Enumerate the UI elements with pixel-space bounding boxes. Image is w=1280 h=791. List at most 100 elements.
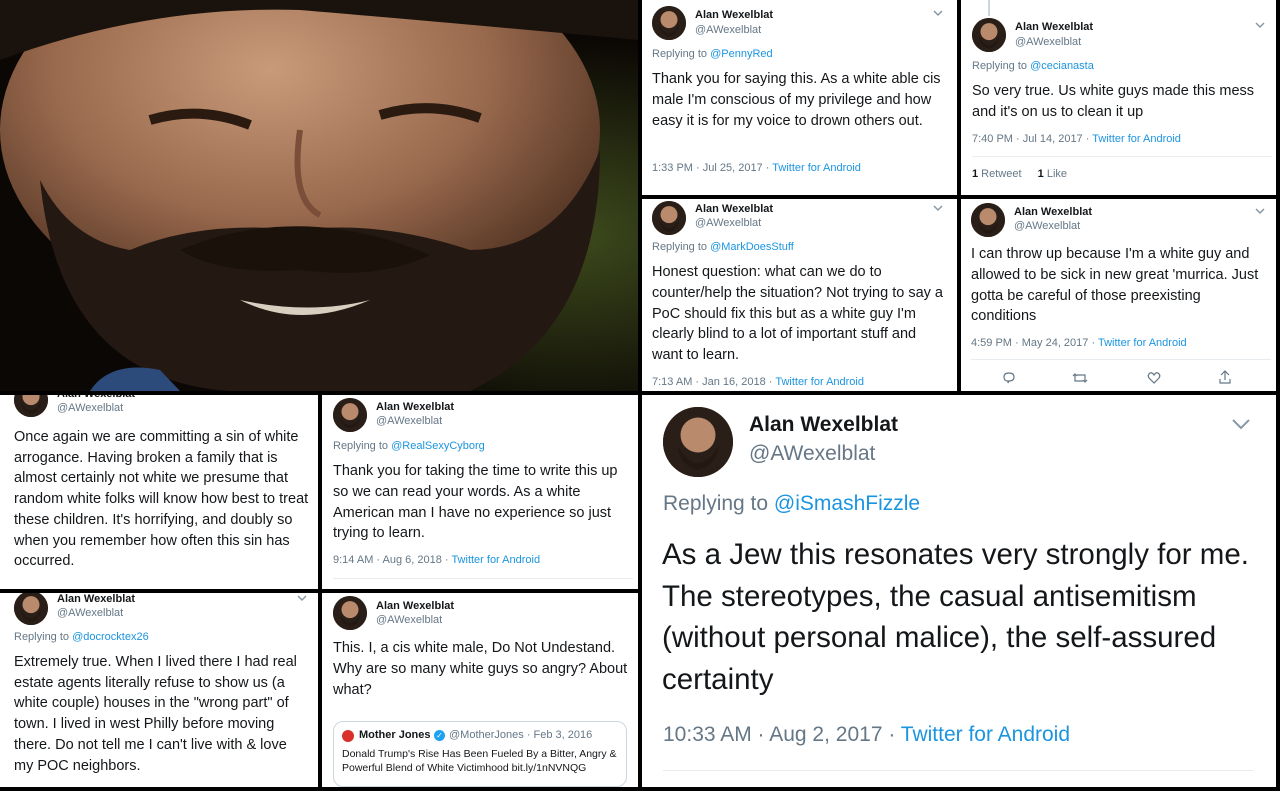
avatar[interactable]	[971, 203, 1005, 237]
avatar[interactable]	[652, 6, 686, 40]
tweet-text: As a Jew this resonates very strongly fo…	[662, 538, 1249, 696]
quote-date: · Feb 3, 2016	[523, 729, 593, 741]
reply-prefix: Replying to	[652, 241, 711, 253]
tweet-timestamp: 9:14 AM · Aug 6, 2018 · Twitter for Andr…	[333, 554, 540, 566]
thread-line	[988, 0, 990, 16]
author-name[interactable]: Alan Wexelblat	[57, 395, 135, 400]
timestamp[interactable]: 1:33 PM · Jul 25, 2017 ·	[652, 162, 772, 174]
tweet-text: I can throw up because I'm a white guy a…	[971, 246, 1259, 325]
author-handle[interactable]: @AWexelblat	[749, 442, 875, 466]
tweet-timestamp: 10:33 AM · Aug 2, 2017 · Twitter for And…	[663, 723, 1070, 747]
tweet-card: Alan Wexelblat @AWexelblat Once again we…	[0, 395, 318, 589]
replying-to: Replying to @RealSexyCyborg	[333, 440, 485, 452]
author-name[interactable]: Alan Wexelblat	[695, 9, 773, 21]
author-handle[interactable]: @AWexelblat	[695, 24, 761, 36]
reply-mention[interactable]: @MarkDoesStuff	[710, 241, 794, 253]
author-name[interactable]: Alan Wexelblat	[749, 413, 898, 437]
tweet-source[interactable]: Twitter for Android	[775, 376, 864, 388]
retweet-count[interactable]: 1 Retweet	[972, 168, 1022, 180]
timestamp[interactable]: 9:14 AM · Aug 6, 2018 ·	[333, 554, 451, 566]
tweet-timestamp: 4:59 PM · May 24, 2017 · Twitter for And…	[971, 337, 1187, 349]
author-handle[interactable]: @AWexelblat	[57, 402, 123, 414]
chevron-down-icon[interactable]	[297, 595, 307, 602]
reply-mention[interactable]: @RealSexyCyborg	[391, 440, 485, 452]
tweet-source[interactable]: Twitter for Android	[772, 162, 861, 174]
author-name[interactable]: Alan Wexelblat	[57, 593, 135, 605]
author-handle[interactable]: @AWexelblat	[1014, 220, 1080, 232]
tweet-card: Alan Wexelblat @AWexelblat Replying to @…	[642, 199, 957, 391]
tweet-card: Alan Wexelblat @AWexelblat Replying to @…	[961, 0, 1276, 195]
chevron-down-icon[interactable]	[933, 205, 943, 212]
avatar[interactable]	[14, 593, 48, 625]
retweet-icon[interactable]	[1072, 371, 1088, 390]
tweet-text: This. I, a cis white male, Do Not Undest…	[333, 640, 628, 698]
portrait-photo-graphic	[0, 0, 638, 391]
reply-icon[interactable]	[1002, 371, 1016, 390]
tweet-source[interactable]: Twitter for Android	[901, 723, 1070, 746]
replying-to: Replying to @PennyRed	[652, 48, 773, 60]
tweet-card: Alan Wexelblat @AWexelblat Replying to @…	[642, 395, 1276, 787]
quote-handle[interactable]: @MotherJones	[449, 729, 524, 741]
verified-icon: ✓	[434, 730, 445, 741]
timestamp[interactable]: 4:59 PM · May 24, 2017 ·	[971, 337, 1098, 349]
reply-mention[interactable]: @iSmashFizzle	[774, 492, 920, 515]
chevron-down-icon[interactable]	[1255, 208, 1265, 215]
quote-author-handle: @MotherJones · Feb 3, 2016	[449, 729, 592, 741]
replying-to: Replying to @docrocktex26	[14, 631, 149, 643]
like-count[interactable]: 1 Like	[1038, 168, 1067, 180]
author-handle[interactable]: @AWexelblat	[57, 607, 123, 619]
reply-mention[interactable]: @cecianasta	[1030, 60, 1094, 72]
avatar[interactable]	[333, 398, 367, 432]
author-handle[interactable]: @AWexelblat	[376, 415, 442, 427]
share-icon[interactable]	[1218, 370, 1232, 390]
like-icon[interactable]	[1147, 371, 1161, 390]
avatar[interactable]	[663, 407, 733, 477]
timestamp[interactable]: 7:13 AM · Jan 16, 2018 ·	[652, 376, 775, 388]
tweet-source[interactable]: Twitter for Android	[451, 554, 540, 566]
tweet-timestamp: 7:13 AM · Jan 16, 2018 · Twitter for And…	[652, 376, 864, 388]
avatar[interactable]	[652, 201, 686, 235]
tweet-card: Alan Wexelblat @AWexelblat Replying to @…	[322, 395, 638, 589]
tweet-text: Thank you for saying this. As a white ab…	[652, 71, 941, 129]
tweet-text: Once again we are committing a sin of wh…	[14, 429, 309, 570]
avatar[interactable]	[14, 395, 48, 417]
reply-prefix: Replying to	[652, 48, 711, 60]
tweet-source[interactable]: Twitter for Android	[1098, 337, 1187, 349]
author-name[interactable]: Alan Wexelblat	[1015, 21, 1093, 33]
mother-jones-logo-icon	[342, 730, 354, 742]
replying-to: Replying to @iSmashFizzle	[663, 492, 920, 516]
tweet-stats: 1 Retweet 1 Like	[972, 168, 1067, 180]
tweet-source[interactable]: Twitter for Android	[1092, 133, 1181, 145]
avatar[interactable]	[972, 18, 1006, 52]
author-name[interactable]: Alan Wexelblat	[376, 401, 454, 413]
author-handle[interactable]: @AWexelblat	[1015, 36, 1081, 48]
chevron-down-icon[interactable]	[1255, 22, 1265, 29]
author-name[interactable]: Alan Wexelblat	[1014, 206, 1092, 218]
avatar[interactable]	[333, 596, 367, 630]
reply-prefix: Replying to	[14, 631, 73, 643]
timestamp[interactable]: 10:33 AM · Aug 2, 2017 ·	[663, 723, 901, 746]
tweet-text: Extremely true. When I lived there I had…	[14, 654, 297, 774]
replying-to: Replying to @cecianasta	[972, 60, 1094, 72]
author-handle[interactable]: @AWexelblat	[695, 217, 761, 229]
author-handle[interactable]: @AWexelblat	[376, 614, 442, 626]
chevron-down-icon[interactable]	[1232, 419, 1250, 430]
reply-mention[interactable]: @docrocktex26	[72, 631, 149, 643]
reply-mention[interactable]: @PennyRed	[710, 48, 773, 60]
portrait-photo	[0, 0, 638, 391]
tweet-timestamp: 1:33 PM · Jul 25, 2017 · Twitter for And…	[652, 162, 861, 174]
divider	[972, 156, 1272, 157]
tweet-text: Honest question: what can we do to count…	[652, 264, 943, 364]
reply-prefix: Replying to	[663, 492, 774, 515]
divider	[333, 578, 633, 579]
quoted-tweet[interactable]: Mother Jones ✓ @MotherJones · Feb 3, 201…	[333, 721, 627, 787]
divider	[663, 770, 1253, 771]
author-name[interactable]: Alan Wexelblat	[695, 203, 773, 215]
tweet-text: So very true. Us white guys made this me…	[972, 83, 1255, 120]
quote-text: Donald Trump's Rise Has Been Fueled By a…	[342, 748, 617, 774]
quote-author-name[interactable]: Mother Jones	[359, 729, 431, 741]
timestamp[interactable]: 7:40 PM · Jul 14, 2017 ·	[972, 133, 1092, 145]
chevron-down-icon[interactable]	[933, 10, 943, 17]
author-name[interactable]: Alan Wexelblat	[376, 600, 454, 612]
reply-prefix: Replying to	[333, 440, 392, 452]
